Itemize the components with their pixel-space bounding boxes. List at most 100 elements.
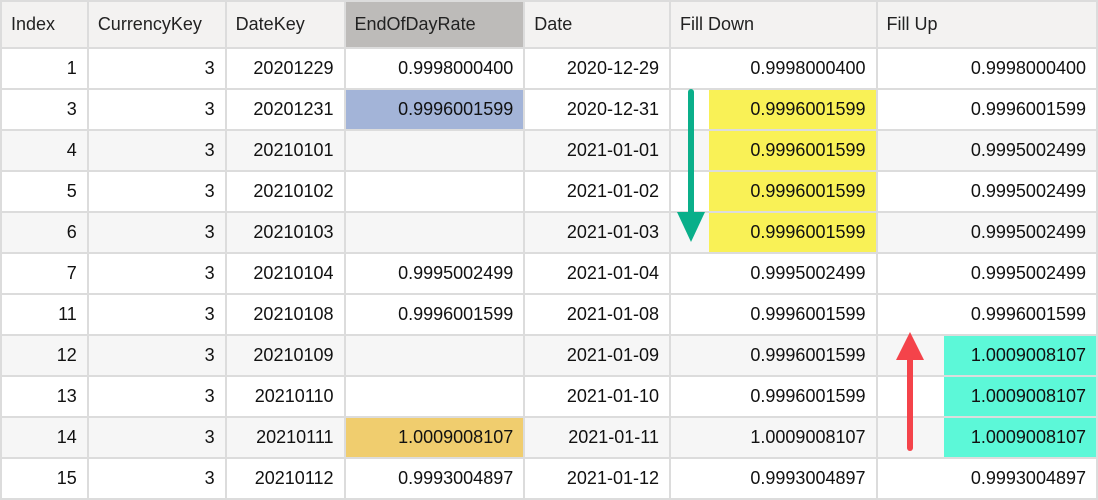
cell-value: 2020-12-29 [566, 58, 659, 78]
cell-value: 20210112 [254, 468, 334, 488]
cell-currencykey[interactable]: 3 [86, 334, 227, 377]
cell-fill-down[interactable]: 0.9996001599 [668, 334, 878, 377]
cell-datekey[interactable]: 20210102 [224, 170, 346, 213]
cell-currencykey[interactable]: 3 [86, 129, 227, 172]
cell-endofdayrate[interactable]: 0.9996001599 [343, 293, 526, 336]
cell-fill-up[interactable]: 0.9995002499 [875, 252, 1098, 295]
cell-value: 1.0009008107 [970, 345, 1086, 365]
cell-date[interactable]: 2021-01-11 [523, 416, 671, 459]
cell-datekey[interactable]: 20210104 [224, 252, 346, 295]
cell-index[interactable]: 11 [0, 293, 89, 336]
cell-endofdayrate[interactable] [343, 375, 526, 418]
column-header-fill-down[interactable]: Fill Down [668, 0, 878, 49]
cell-datekey[interactable]: 20210103 [224, 211, 346, 254]
cell-currencykey[interactable]: 3 [86, 375, 227, 418]
cell-index[interactable]: 6 [0, 211, 89, 254]
cell-endofdayrate[interactable]: 0.9993004897 [343, 457, 526, 500]
cell-datekey[interactable]: 20210110 [224, 375, 346, 418]
cell-fill-up[interactable]: 0.9995002499 [875, 129, 1098, 172]
cell-currencykey[interactable]: 3 [86, 252, 227, 295]
cell-datekey[interactable]: 20201231 [224, 88, 346, 131]
table-row[interactable]: 1 3 20201229 0.9998000400 2020-12-29 0.999800… [0, 47, 1098, 90]
cell-date[interactable]: 2020-12-29 [523, 47, 671, 90]
cell-value: 1.0009008107 [750, 427, 866, 447]
cell-date[interactable]: 2021-01-10 [523, 375, 671, 418]
column-header-currencykey[interactable]: CurrencyKey [86, 0, 227, 49]
table-row[interactable]: 4 3 20210101 2021-01-01 0.9996001599 0.999500… [0, 129, 1098, 172]
cell-value: 2021-01-10 [566, 386, 659, 406]
table-row[interactable]: 7 3 20210104 0.9995002499 2021-01-04 0.999500… [0, 252, 1098, 295]
table-row[interactable]: 3 3 20201231 0.9996001599 2020-12-31 0.999600… [0, 88, 1098, 131]
cell-endofdayrate[interactable]: 0.9996001599 [344, 88, 525, 131]
cell-endofdayrate[interactable]: 1.0009008107 [343, 416, 526, 459]
cell-fill-down[interactable]: 0.9993004897 [668, 457, 878, 500]
cell-endofdayrate[interactable] [343, 334, 526, 377]
cell-endofdayrate[interactable] [343, 211, 526, 254]
cell-index[interactable]: 13 [0, 375, 89, 418]
cell-date[interactable]: 2021-01-09 [523, 334, 671, 377]
cell-datekey[interactable]: 20210112 [224, 457, 346, 500]
cell-endofdayrate[interactable] [343, 170, 526, 213]
cell-value: 2021-01-01 [566, 140, 659, 160]
cell-date[interactable]: 2021-01-08 [523, 293, 671, 336]
cell-index[interactable]: 4 [0, 129, 89, 172]
table-row[interactable]: 11 3 20210108 0.9996001599 2021-01-08 0.99960… [0, 293, 1098, 336]
cell-currencykey[interactable]: 3 [86, 457, 227, 500]
cell-date[interactable]: 2021-01-03 [523, 211, 671, 254]
cell-datekey[interactable]: 20210101 [224, 129, 346, 172]
cell-datekey[interactable]: 20210109 [224, 334, 346, 377]
cell-currencykey[interactable]: 3 [86, 293, 227, 336]
cell-date[interactable]: 2020-12-31 [523, 88, 671, 131]
cell-date[interactable]: 2021-01-12 [523, 457, 671, 500]
cell-index[interactable]: 7 [0, 252, 89, 295]
cell-currencykey[interactable]: 3 [86, 211, 227, 254]
cell-currencykey[interactable]: 3 [86, 88, 227, 131]
cell-endofdayrate[interactable] [343, 129, 526, 172]
table-row[interactable]: 15 3 20210112 0.9993004897 2021-01-12 0.99930… [0, 457, 1098, 500]
column-header-endofdayrate[interactable]: EndOfDayRate [343, 0, 526, 49]
cell-currencykey[interactable]: 3 [86, 47, 227, 90]
cell-index[interactable]: 5 [0, 170, 89, 213]
cell-datekey[interactable]: 20201229 [224, 47, 346, 90]
cell-value: 3 [204, 304, 215, 324]
cell-currencykey[interactable]: 3 [86, 170, 227, 213]
cell-value: 0.9996001599 [750, 386, 866, 406]
cell-endofdayrate[interactable]: 0.9995002499 [343, 252, 526, 295]
table-row[interactable]: 13 3 20210110 2021-01-10 0.9996001599 1.00090… [0, 375, 1098, 418]
cell-fill-up[interactable]: 0.9995002499 [875, 170, 1098, 213]
cell-value: 6 [66, 222, 77, 242]
cell-value: 1.0009008107 [970, 386, 1086, 406]
cell-fill-up[interactable]: 0.9995002499 [875, 211, 1098, 254]
cell-fill-up[interactable]: 0.9993004897 [875, 457, 1098, 500]
cell-fill-down[interactable]: 0.9996001599 [668, 293, 878, 336]
cell-fill-down[interactable]: 0.9998000400 [668, 47, 878, 90]
column-header-datekey[interactable]: DateKey [224, 0, 346, 49]
cell-index[interactable]: 15 [0, 457, 89, 500]
column-header-date[interactable]: Date [523, 0, 671, 49]
cell-fill-up[interactable]: 0.9998000400 [875, 47, 1098, 90]
cell-index[interactable]: 12 [0, 334, 89, 377]
cell-datekey[interactable]: 20210111 [224, 416, 346, 459]
table-row[interactable]: 14 3 20210111 1.0009008107 2021-01-11 1.00090… [0, 416, 1098, 459]
table-row[interactable]: 5 3 20210102 2021-01-02 0.9996001599 0.999500… [0, 170, 1098, 213]
cell-date[interactable]: 2021-01-04 [523, 252, 671, 295]
table-row[interactable]: 6 3 20210103 2021-01-03 0.9996001599 0.999500… [0, 211, 1098, 254]
fill-down-arrow-icon [677, 89, 705, 242]
cell-fill-down[interactable]: 0.9995002499 [668, 252, 878, 295]
cell-currencykey[interactable]: 3 [86, 416, 227, 459]
cell-fill-down[interactable]: 1.0009008107 [668, 416, 878, 459]
cell-index[interactable]: 1 [0, 47, 89, 90]
cell-date[interactable]: 2021-01-01 [523, 129, 671, 172]
cell-index[interactable]: 14 [0, 416, 89, 459]
cell-datekey[interactable]: 20210108 [224, 293, 346, 336]
cell-fill-down[interactable]: 0.9996001599 [668, 375, 878, 418]
cell-fill-up[interactable]: 0.9996001599 [875, 293, 1098, 336]
column-header-fill-up[interactable]: Fill Up [875, 0, 1098, 49]
cell-index[interactable]: 3 [0, 88, 89, 131]
cell-value: 3 [204, 140, 215, 160]
cell-fill-up[interactable]: 0.9996001599 [875, 88, 1098, 131]
cell-endofdayrate[interactable]: 0.9998000400 [343, 47, 526, 90]
column-header-index[interactable]: Index [0, 0, 89, 49]
table-row[interactable]: 12 3 20210109 2021-01-09 0.9996001599 1.00090… [0, 334, 1098, 377]
cell-date[interactable]: 2021-01-02 [523, 170, 671, 213]
